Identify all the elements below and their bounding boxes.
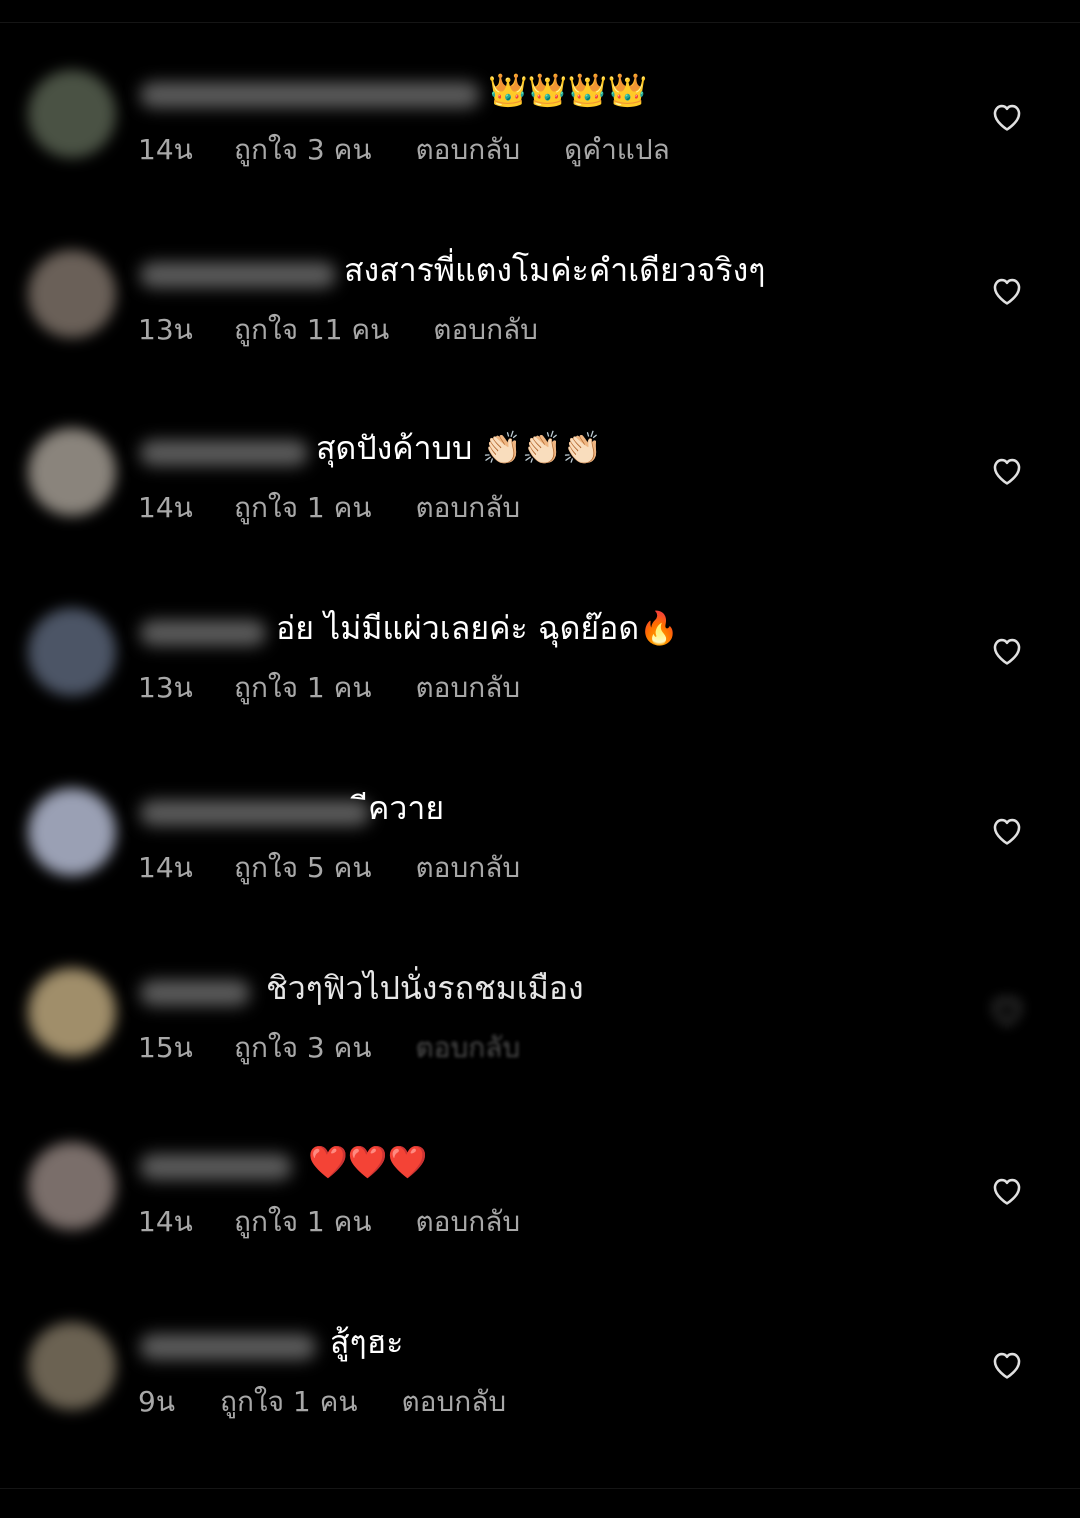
avatar[interactable] xyxy=(28,788,116,876)
comment-item: ชิวๆฟิวไปนั่งรถชมเมือง 15น ถูกใจ 3 คน ตอบก… xyxy=(0,968,1080,1118)
comment-text: อ่ย ไม่มีแผ่วเลยค่ะ ฉุดย๊อด🔥 xyxy=(276,609,679,647)
comment-likes-count[interactable]: ถูกใจ 1 คน xyxy=(234,488,371,528)
username-blurred[interactable] xyxy=(140,980,250,1006)
comment-text: 👑👑👑👑 xyxy=(488,71,648,109)
comment-meta: 13น ถูกใจ 11 คน ตอบกลับ xyxy=(138,310,582,350)
heart-outline-icon[interactable] xyxy=(990,814,1024,846)
comment-item: ❤️❤️❤️ 14น ถูกใจ 1 คน ตอบกลับ xyxy=(0,1142,1080,1292)
bottom-divider xyxy=(0,1488,1080,1489)
comment-item: ีควาย 14น ถูกใจ 5 คน ตอบกลับ xyxy=(0,788,1080,938)
comment-meta: 13น ถูกใจ 1 คน ตอบกลับ xyxy=(138,668,564,708)
username-blurred[interactable] xyxy=(140,440,308,466)
comment-text: ❤️❤️❤️ xyxy=(308,1143,428,1181)
reply-button[interactable]: ตอบกลับ xyxy=(415,130,520,170)
comment-text: ีควาย xyxy=(368,789,445,827)
comment-time: 14น xyxy=(138,491,193,524)
heart-outline-icon[interactable] xyxy=(990,634,1024,666)
avatar[interactable] xyxy=(28,70,116,158)
comment-text: สู้ๆฮะ xyxy=(330,1323,404,1361)
comment-likes-count[interactable]: ถูกใจ 3 คน xyxy=(234,1028,371,1068)
comment-time: 9น xyxy=(138,1385,175,1418)
comment-likes-count[interactable]: ถูกใจ 1 คน xyxy=(234,1202,371,1242)
reply-button[interactable]: ตอบกลับ xyxy=(415,848,520,888)
heart-outline-icon[interactable] xyxy=(990,454,1024,486)
comment-likes-count[interactable]: ถูกใจ 5 คน xyxy=(234,848,371,888)
reply-button[interactable]: ตอบกลับ xyxy=(415,488,520,528)
comment-meta: 9น ถูกใจ 1 คน ตอบกลับ xyxy=(138,1382,550,1422)
comment-meta: 14น ถูกใจ 5 คน ตอบกลับ xyxy=(138,848,564,888)
username-blurred[interactable] xyxy=(140,1154,292,1180)
comment-meta: 14น ถูกใจ 3 คน ตอบกลับ ดูคำแปล xyxy=(138,130,670,170)
username-blurred[interactable] xyxy=(140,82,480,108)
reply-button[interactable]: ตอบกลับ xyxy=(401,1382,506,1422)
heart-outline-icon[interactable] xyxy=(990,1174,1024,1206)
comment-meta: 14น ถูกใจ 1 คน ตอบกลับ xyxy=(138,1202,564,1242)
comment-item: 👑👑👑👑 14น ถูกใจ 3 คน ตอบกลับ ดูคำแปล xyxy=(0,70,1080,220)
reply-button[interactable]: ตอบกลับ xyxy=(433,310,538,350)
comment-time: 14น xyxy=(138,851,193,884)
comment-likes-count[interactable]: ถูกใจ 11 คน xyxy=(234,310,389,350)
comment-time: 14น xyxy=(138,1205,193,1238)
see-translation-button[interactable]: ดูคำแปล xyxy=(564,130,670,170)
comment-likes-count[interactable]: ถูกใจ 3 คน xyxy=(234,130,371,170)
comment-likes-count[interactable]: ถูกใจ 1 คน xyxy=(220,1382,357,1422)
username-blurred[interactable] xyxy=(140,620,266,646)
heart-outline-icon[interactable] xyxy=(990,274,1024,306)
comment-item: อ่ย ไม่มีแผ่วเลยค่ะ ฉุดย๊อด🔥 13น ถูกใจ 1 … xyxy=(0,608,1080,758)
heart-outline-icon[interactable] xyxy=(990,994,1024,1026)
reply-button[interactable]: ตอบกลับ xyxy=(415,668,520,708)
comment-time: 13น xyxy=(138,671,193,704)
avatar[interactable] xyxy=(28,968,116,1056)
comment-item: สุดปังค้าบบ 👏🏻👏🏻👏🏻 14น ถูกใจ 1 คน ตอบกลับ xyxy=(0,428,1080,578)
username-blurred[interactable] xyxy=(140,262,336,288)
comment-time: 13น xyxy=(138,313,193,346)
comment-list: 👑👑👑👑 14น ถูกใจ 3 คน ตอบกลับ ดูคำแปล สงสารพี… xyxy=(0,0,1080,1518)
heart-outline-icon[interactable] xyxy=(990,1348,1024,1380)
heart-outline-icon[interactable] xyxy=(990,100,1024,132)
comment-text: สงสารพี่แตงโมค่ะคำเดียวจริงๆ xyxy=(344,251,766,289)
comment-time: 14น xyxy=(138,133,193,166)
comment-time: 15น xyxy=(138,1031,193,1064)
comment-item: สงสารพี่แตงโมค่ะคำเดียวจริงๆ 13น ถูกใจ 11… xyxy=(0,250,1080,400)
comment-text: ชิวๆฟิวไปนั่งรถชมเมือง xyxy=(266,969,584,1007)
username-blurred[interactable] xyxy=(140,800,370,826)
avatar[interactable] xyxy=(28,608,116,696)
comment-text: สุดปังค้าบบ 👏🏻👏🏻👏🏻 xyxy=(316,429,602,467)
reply-button[interactable]: ตอบกลับ xyxy=(415,1028,520,1068)
comment-item: สู้ๆฮะ 9น ถูกใจ 1 คน ตอบกลับ xyxy=(0,1322,1080,1472)
avatar[interactable] xyxy=(28,428,116,516)
comment-meta: 15น ถูกใจ 3 คน ตอบกลับ xyxy=(138,1028,564,1068)
avatar[interactable] xyxy=(28,1322,116,1410)
comment-likes-count[interactable]: ถูกใจ 1 คน xyxy=(234,668,371,708)
reply-button[interactable]: ตอบกลับ xyxy=(415,1202,520,1242)
avatar[interactable] xyxy=(28,250,116,338)
username-blurred[interactable] xyxy=(140,1334,316,1360)
avatar[interactable] xyxy=(28,1142,116,1230)
comment-meta: 14น ถูกใจ 1 คน ตอบกลับ xyxy=(138,488,564,528)
